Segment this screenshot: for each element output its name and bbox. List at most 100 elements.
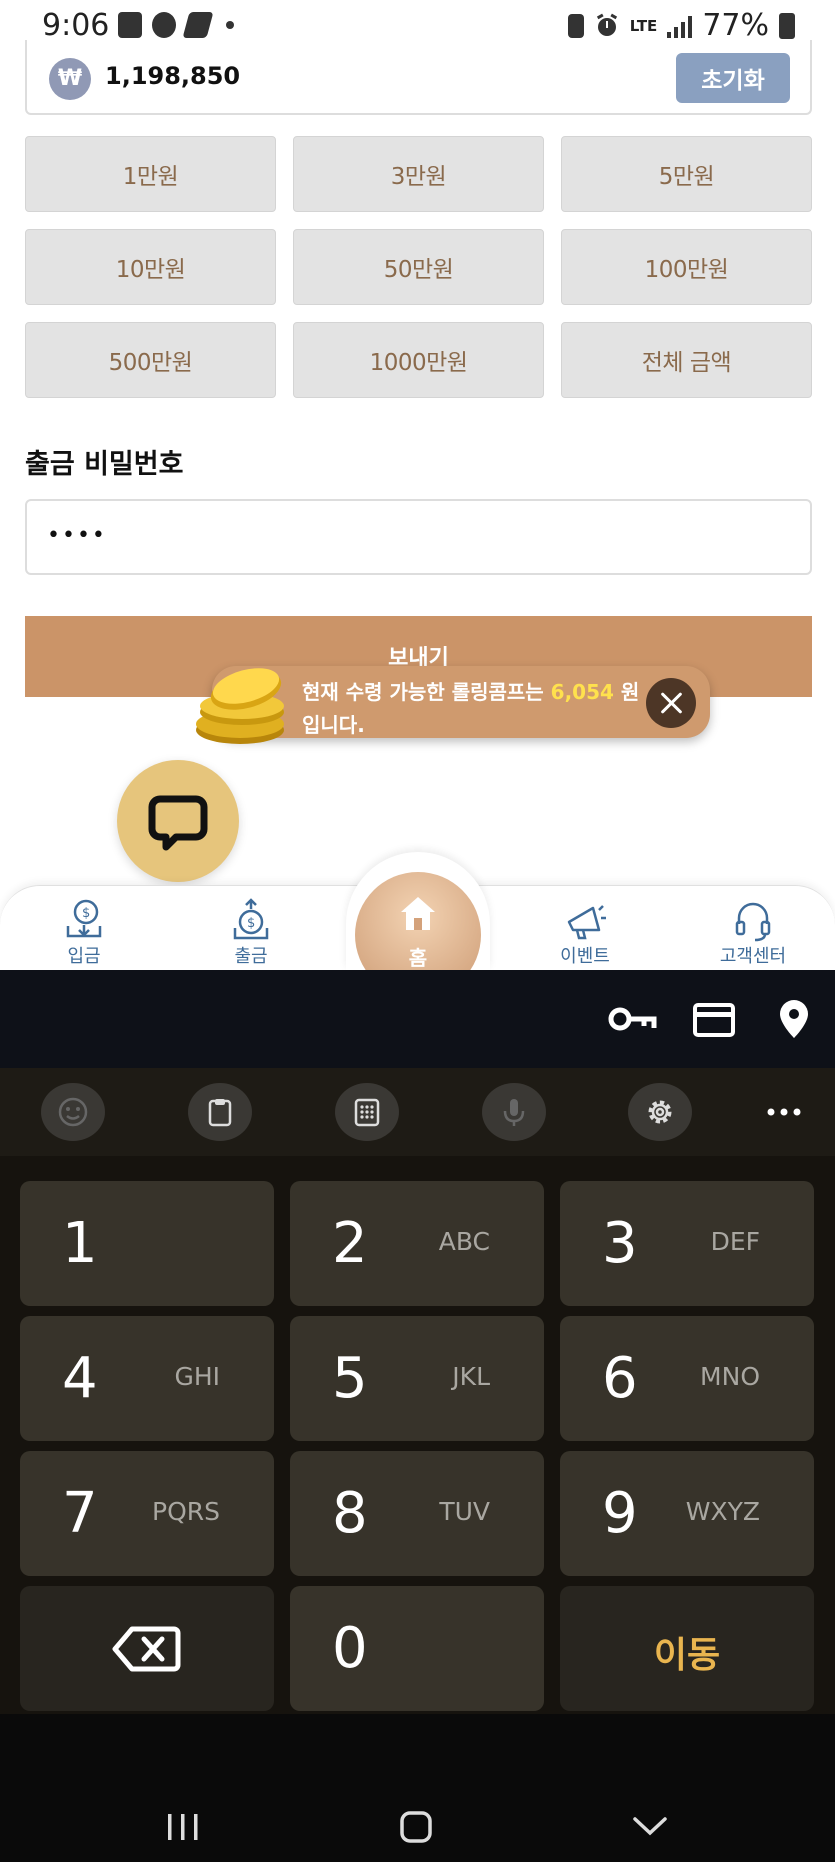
- quick-amount-button[interactable]: 3만원: [293, 136, 544, 212]
- full-amount-button[interactable]: 전체 금액: [561, 322, 812, 398]
- more-options-icon[interactable]: [766, 1107, 802, 1117]
- nav-deposit[interactable]: $ 입금: [29, 898, 139, 968]
- keypad-icon: [354, 1098, 380, 1127]
- close-icon[interactable]: [646, 678, 696, 728]
- chat-button[interactable]: [117, 760, 239, 882]
- key-letters: ABC: [438, 1227, 490, 1256]
- key-digit: 9: [602, 1481, 638, 1546]
- quick-amount-button[interactable]: 500만원: [25, 322, 276, 398]
- status-time: 9:06: [42, 8, 110, 43]
- pen-icon: [182, 12, 214, 38]
- key-digit: 4: [62, 1346, 98, 1411]
- quick-amount-button[interactable]: 5만원: [561, 136, 812, 212]
- key-icon[interactable]: [608, 1004, 658, 1034]
- keyboard-autofill-bar: [0, 970, 835, 1068]
- backspace-key[interactable]: [20, 1586, 274, 1711]
- won-icon: ₩: [49, 58, 91, 100]
- home-icon: [401, 897, 435, 930]
- voice-button[interactable]: [482, 1083, 546, 1141]
- key-letters: WXYZ: [685, 1497, 760, 1526]
- app-notification-icon: [152, 12, 176, 38]
- home-nav-icon[interactable]: [399, 1810, 433, 1844]
- amount-input[interactable]: ₩ 1,198,850 초기화: [25, 40, 812, 115]
- key-1[interactable]: 1: [20, 1181, 274, 1306]
- key-letters: DEF: [710, 1227, 760, 1256]
- toast-amount: 6,054: [550, 680, 614, 704]
- nav-deposit-label: 입금: [67, 946, 101, 967]
- nav-home[interactable]: 홈: [355, 872, 481, 970]
- password-label: 출금 비밀번호: [25, 449, 184, 480]
- key-digit: 0: [332, 1616, 368, 1681]
- nav-support-label: 고객센터: [719, 946, 787, 967]
- nav-event-label: 이벤트: [560, 946, 610, 967]
- go-key[interactable]: 이동: [560, 1586, 814, 1711]
- nav-event[interactable]: 이벤트: [530, 898, 640, 968]
- battery-saver-icon: [567, 13, 584, 38]
- key-letters: PQRS: [152, 1497, 220, 1526]
- password-value: ••••: [47, 523, 107, 548]
- deposit-icon: $: [66, 899, 102, 938]
- key-3[interactable]: 3 DEF: [560, 1181, 814, 1306]
- headset-icon: [735, 902, 771, 942]
- key-8[interactable]: 8 TUV: [290, 1451, 544, 1576]
- reset-button[interactable]: 초기화: [676, 53, 790, 103]
- go-key-label: 이동: [653, 1635, 721, 1676]
- nav-support[interactable]: 고객센터: [698, 898, 808, 968]
- emoji-icon: [58, 1097, 88, 1127]
- key-0[interactable]: 0: [290, 1586, 544, 1711]
- quick-amount-button[interactable]: 1000만원: [293, 322, 544, 398]
- card-icon[interactable]: [692, 1002, 736, 1038]
- chat-icon: [148, 795, 208, 851]
- system-nav-bar: [0, 1714, 835, 1862]
- key-letters: MNO: [700, 1362, 760, 1391]
- network-type: LTE: [629, 16, 658, 35]
- key-6[interactable]: 6 MNO: [560, 1316, 814, 1441]
- quick-amount-button[interactable]: 1만원: [25, 136, 276, 212]
- key-letters: GHI: [174, 1362, 220, 1391]
- key-letters: TUV: [439, 1497, 490, 1526]
- svg-text:$: $: [82, 906, 90, 921]
- quick-amount-button[interactable]: 10만원: [25, 229, 276, 305]
- key-9[interactable]: 9 WXYZ: [560, 1451, 814, 1576]
- gold-coins-icon: [196, 668, 284, 744]
- toast-message: 현재 수령 가능한 롤링콤프는 6,054 원 입니다.: [302, 676, 652, 742]
- settings-button[interactable]: [628, 1083, 692, 1141]
- nav-home-label: 홈: [408, 946, 428, 970]
- keyboard-toolbar: [0, 1068, 835, 1156]
- signal-icon: [667, 14, 693, 38]
- clipboard-button[interactable]: [188, 1083, 252, 1141]
- key-5[interactable]: 5 JKL: [290, 1316, 544, 1441]
- alarm-icon: [596, 13, 617, 36]
- key-4[interactable]: 4 GHI: [20, 1316, 274, 1441]
- emoji-button[interactable]: [41, 1083, 105, 1141]
- key-2[interactable]: 2 ABC: [290, 1181, 544, 1306]
- location-icon[interactable]: [778, 998, 810, 1040]
- quick-amount-grid: 1만원 3만원 5만원 10만원 50만원 100만원 500만원 1000만원…: [25, 136, 812, 398]
- toast-prefix: 현재 수령 가능한 롤링콤프는: [302, 680, 551, 704]
- quick-amount-button[interactable]: 100만원: [561, 229, 812, 305]
- megaphone-icon: [567, 905, 606, 940]
- notification-icons: [118, 12, 234, 38]
- status-right: LTE 77%: [567, 8, 795, 43]
- withdraw-icon: $: [233, 898, 269, 940]
- microphone-icon: [503, 1099, 525, 1126]
- password-field[interactable]: ••••: [25, 499, 812, 575]
- key-digit: 1: [62, 1211, 98, 1276]
- key-digit: 3: [602, 1211, 638, 1276]
- gear-icon: [648, 1100, 672, 1124]
- key-7[interactable]: 7 PQRS: [20, 1451, 274, 1576]
- gallery-icon: [118, 12, 142, 38]
- nav-withdraw[interactable]: $ 출금: [196, 898, 306, 968]
- back-icon[interactable]: [632, 1814, 668, 1838]
- keypad-button[interactable]: [335, 1083, 399, 1141]
- nav-home-wrap: 홈: [346, 852, 490, 970]
- key-digit: 6: [602, 1346, 638, 1411]
- battery-percent: 77%: [702, 8, 769, 43]
- more-notifications-icon: [226, 21, 234, 29]
- clipboard-icon: [208, 1099, 232, 1127]
- key-digit: 2: [332, 1211, 368, 1276]
- nav-withdraw-label: 출금: [234, 946, 268, 967]
- key-digit: 5: [332, 1346, 368, 1411]
- recent-apps-icon[interactable]: [165, 1812, 201, 1842]
- quick-amount-button[interactable]: 50만원: [293, 229, 544, 305]
